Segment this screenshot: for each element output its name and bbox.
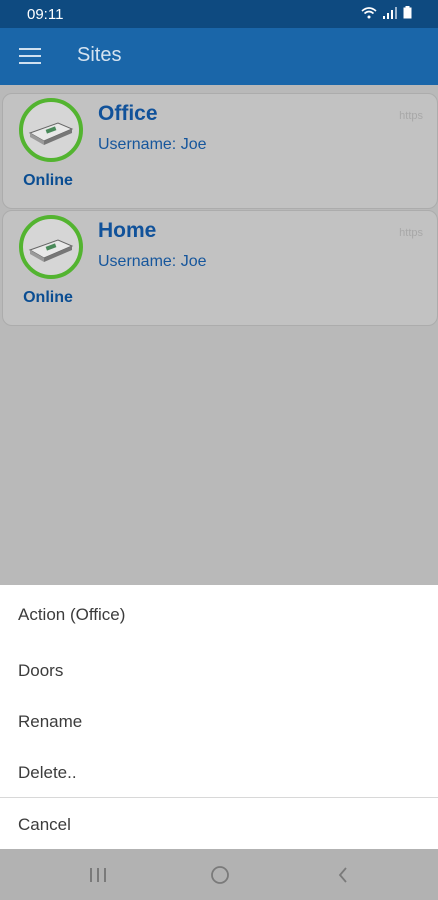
action-rename[interactable]: Rename — [18, 712, 82, 732]
status-bar: 09:11 — [0, 0, 438, 28]
site-card-home[interactable]: Online Home Username: Joe https — [2, 210, 438, 326]
cancel-button[interactable]: Cancel — [18, 815, 71, 835]
menu-icon[interactable] — [19, 48, 41, 64]
action-sheet-title: Action (Office) — [18, 605, 126, 624]
site-avatar — [19, 215, 83, 279]
action-delete[interactable]: Delete.. — [18, 763, 77, 783]
action-sheet: Action (Office) Doors Rename Delete.. Ca… — [0, 585, 438, 849]
site-username: Username: Joe — [98, 136, 207, 153]
site-avatar — [19, 98, 83, 162]
device-icon — [28, 122, 74, 145]
site-username: Username: Joe — [98, 253, 207, 270]
site-url: https — [399, 227, 423, 239]
wifi-icon — [361, 6, 377, 18]
navigation-bar — [0, 849, 438, 900]
site-status: Online — [23, 172, 73, 189]
signal-icon — [383, 6, 397, 19]
home-icon[interactable] — [205, 861, 235, 889]
back-icon[interactable] — [328, 861, 358, 889]
status-time: 09:11 — [27, 6, 64, 23]
site-status: Online — [23, 289, 73, 306]
site-url: https — [399, 110, 423, 122]
page-title: Sites — [77, 44, 122, 66]
site-card-office[interactable]: Online Office Username: Joe https — [2, 93, 438, 209]
battery-icon — [403, 6, 412, 19]
action-doors[interactable]: Doors — [18, 661, 63, 681]
divider — [0, 797, 438, 798]
recent-apps-icon[interactable] — [83, 861, 113, 889]
site-list: Online Office Username: Joe https Online… — [0, 85, 438, 585]
status-icons — [361, 6, 412, 19]
site-name: Office — [98, 102, 158, 125]
device-icon — [28, 239, 74, 262]
app-bar: Sites — [0, 28, 438, 85]
site-name: Home — [98, 219, 157, 242]
